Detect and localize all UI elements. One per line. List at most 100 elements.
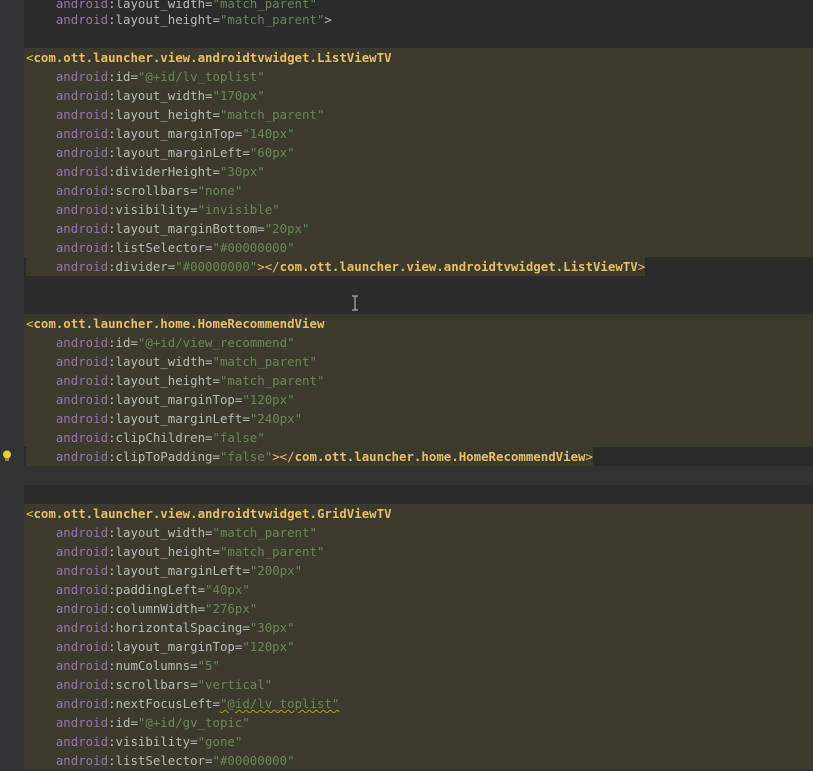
code-text: android:listSelector="#00000000" [26,751,295,770]
code-text: android:layout_height="match_parent"> [26,10,332,29]
lightbulb-icon[interactable] [2,450,12,462]
code-token: android [26,639,109,654]
code-token: "120px" [242,639,295,654]
code-token: "@+id/view_recommend" [137,335,295,350]
code-line[interactable]: <com.ott.launcher.home.HomeRecommendView [0,314,813,333]
code-token: :dividerHeight= [108,164,220,179]
code-line[interactable]: android:layout_marginTop="120px" [0,390,813,409]
code-line[interactable]: android:layout_width="170px" [0,86,813,105]
code-line[interactable]: android:paddingLeft="40px" [0,580,813,599]
code-line[interactable]: android:clipToPadding="false"></com.ott.… [0,447,813,466]
code-token: "30px" [249,620,295,635]
code-text: <com.ott.launcher.view.androidtvwidget.L… [26,48,392,67]
code-token: android [26,88,109,103]
code-text: android:layout_marginLeft="200px" [26,561,302,580]
code-token: android [26,145,109,160]
code-line[interactable]: android:layout_height="match_parent"> [0,10,813,29]
code-text: android:numColumns="5" [26,656,220,675]
code-line[interactable]: android:id="@+id/view_recommend" [0,333,813,352]
code-token: android [26,107,109,122]
code-token: android [26,392,109,407]
code-text: android:layout_width="170px" [26,86,265,105]
code-line[interactable]: android:visibility="invisible" [0,200,813,219]
code-token: android [26,601,109,616]
code-line[interactable]: <com.ott.launcher.view.androidtvwidget.L… [0,48,813,67]
code-token: "gone" [197,734,243,749]
code-token: "20px" [264,221,310,236]
code-token: com.ott.launcher.home.HomeRecommendView [294,449,586,464]
code-token: :layout_width= [108,354,213,369]
code-text: android:dividerHeight="30px" [26,162,265,181]
code-token: android [26,449,109,464]
code-line[interactable]: android:horizontalSpacing="30px" [0,618,813,637]
code-token: android [26,658,109,673]
code-token: android [26,715,109,730]
code-line[interactable]: android:layout_marginTop="120px" [0,637,813,656]
code-token: :visibility= [108,202,198,217]
code-token: :id= [108,715,138,730]
code-line[interactable]: android:id="@+id/lv_toplist" [0,67,813,86]
code-token: android [26,525,109,540]
code-token: :layout_width= [108,88,213,103]
code-line[interactable]: android:nextFocusLeft="@id/lv_toplist" [0,694,813,713]
code-text: android:visibility="gone" [26,732,243,751]
code-token: "120px" [242,392,295,407]
code-token: :paddingLeft= [108,582,206,597]
code-token: com.ott.launcher.view.androidtvwidget.Li… [33,50,392,65]
code-line[interactable] [0,29,813,48]
code-line[interactable] [0,466,813,485]
code-line[interactable]: android:layout_width="match_parent" [0,523,813,542]
code-token: :layout_marginTop= [108,639,243,654]
code-token: :visibility= [108,734,198,749]
code-line[interactable]: android:visibility="gone" [0,732,813,751]
code-line[interactable]: android:listSelector="#00000000" [0,238,813,257]
code-line[interactable]: android:dividerHeight="30px" [0,162,813,181]
code-line[interactable]: android:layout_height="match_parent" [0,105,813,124]
code-token: "@+id/lv_toplist" [137,69,265,84]
code-line[interactable]: android:layout_marginTop="140px" [0,124,813,143]
code-token: > [324,12,332,27]
code-line[interactable]: <com.ott.launcher.view.androidtvwidget.G… [0,504,813,523]
code-token: :divider= [108,259,176,274]
code-token: android [26,582,109,597]
code-token: "140px" [242,126,295,141]
code-line[interactable]: android:numColumns="5" [0,656,813,675]
code-line[interactable]: android:layout_marginLeft="240px" [0,409,813,428]
code-token: android [26,183,109,198]
code-editor[interactable]: android:layout_width="match_parent" andr… [0,0,813,771]
code-text: android:clipToPadding="false"></com.ott.… [26,447,593,466]
code-line[interactable] [0,295,813,314]
code-token: "276px" [205,601,258,616]
code-line[interactable]: android:divider="#00000000"></com.ott.la… [0,257,813,276]
code-line[interactable]: android:clipChildren="false" [0,428,813,447]
code-token: :listSelector= [108,753,213,768]
code-line[interactable]: android:scrollbars="none" [0,181,813,200]
code-token: "match_parent" [212,525,317,540]
code-token: android [26,240,109,255]
code-line[interactable]: android:layout_width="match_parent" [0,352,813,371]
code-text: android:id="@+id/gv_topic" [26,713,250,732]
code-line[interactable]: android:id="@+id/gv_topic" [0,713,813,732]
code-line[interactable] [0,276,813,295]
code-token: com.ott.launcher.view.androidtvwidget.Gr… [33,506,392,521]
code-line[interactable]: android:layout_marginBottom="20px" [0,219,813,238]
code-text: android:listSelector="#00000000" [26,238,295,257]
code-token: android [26,69,109,84]
code-token: :scrollbars= [108,677,198,692]
code-line[interactable]: android:layout_marginLeft="60px" [0,143,813,162]
code-token: "#00000000" [212,240,295,255]
code-token: "@+id/gv_topic" [137,715,250,730]
code-line[interactable]: android:layout_height="match_parent" [0,371,813,390]
code-line[interactable]: android:layout_height="match_parent" [0,542,813,561]
code-token: "match_parent" [219,373,325,388]
code-token: "5" [197,658,220,673]
code-token: :id= [108,69,138,84]
code-line[interactable]: android:columnWidth="276px" [0,599,813,618]
code-line[interactable]: android:listSelector="#00000000" [0,751,813,770]
code-token: android [26,164,109,179]
code-line[interactable] [0,485,813,504]
code-token: android [26,259,109,274]
code-line[interactable]: android:scrollbars="vertical" [0,675,813,694]
code-line[interactable]: android:layout_marginLeft="200px" [0,561,813,580]
code-token: :scrollbars= [108,183,198,198]
